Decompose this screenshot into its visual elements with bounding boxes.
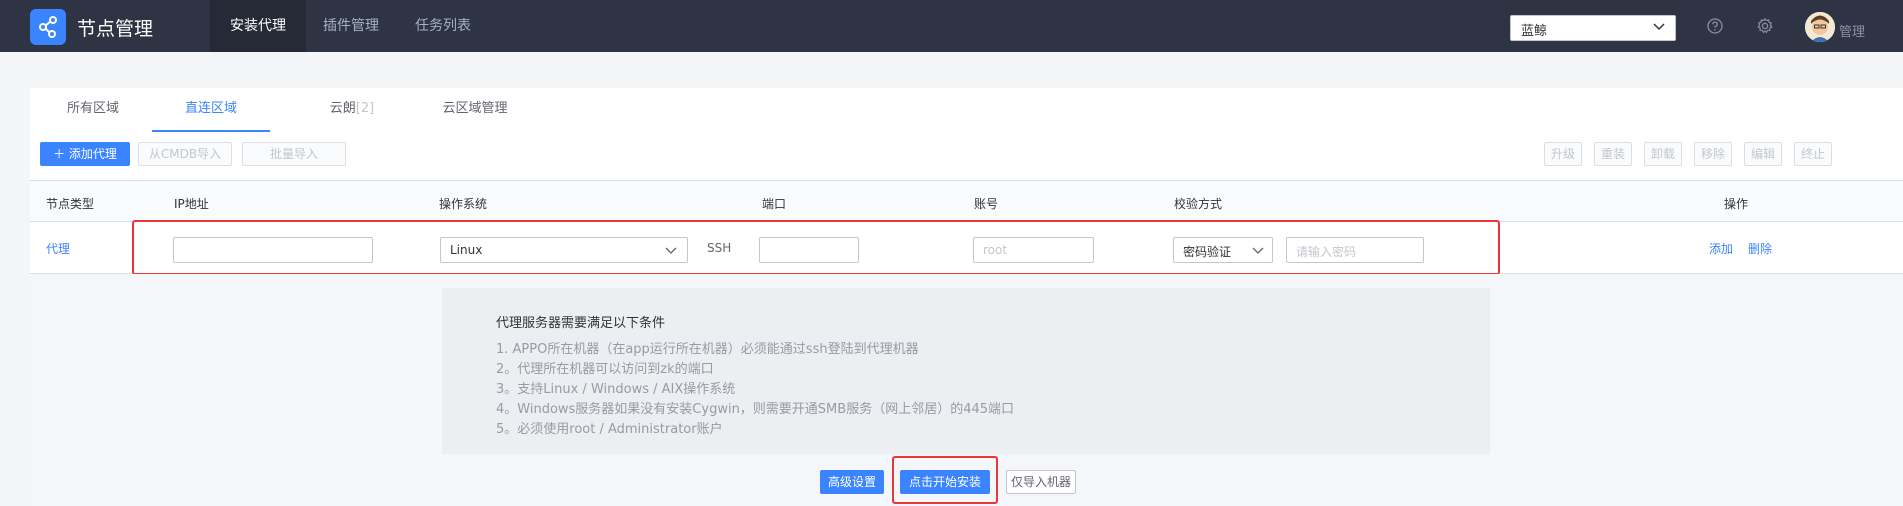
delete-row-link[interactable]: 删除	[1748, 240, 1772, 257]
nav-plugin-management[interactable]: 插件管理	[323, 0, 379, 52]
row-highlight-box	[132, 220, 1500, 275]
header-port: 端口	[762, 197, 787, 211]
add-agent-label: 添加代理	[68, 147, 117, 161]
requirements-title: 代理服务器需要满足以下条件	[496, 316, 666, 331]
import-only-button[interactable]: 仅导入机器	[1006, 470, 1076, 494]
header-auth: 校验方式	[1174, 197, 1223, 211]
add-agent-button[interactable]: ＋ 添加代理	[40, 142, 130, 166]
requirement-line: 2。代理所在机器可以访问到zk的端口	[496, 362, 714, 377]
requirement-line: 3。支持Linux / Windows / AIX操作系统	[496, 382, 736, 397]
uninstall-button[interactable]: 卸载	[1644, 142, 1682, 166]
tab-direct-region[interactable]: 直连区域	[152, 88, 270, 132]
upgrade-button[interactable]: 升级	[1544, 142, 1582, 166]
tab-all-regions[interactable]: 所有区域	[50, 88, 136, 132]
top-navigation-bar: 节点管理 安装代理 插件管理 任务列表 蓝鲸 管理	[0, 0, 1903, 52]
node-type-link[interactable]: 代理	[46, 240, 70, 257]
tab-cloud-region-management[interactable]: 云区域管理	[410, 88, 540, 132]
plus-icon: ＋	[53, 147, 69, 161]
batch-import-button[interactable]: 批量导入	[242, 142, 346, 166]
chevron-down-icon	[1651, 18, 1667, 38]
header-operations: 操作	[1724, 197, 1749, 211]
edit-button[interactable]: 编辑	[1744, 142, 1782, 166]
user-name[interactable]: 管理	[1839, 21, 1865, 40]
advanced-settings-button[interactable]: 高级设置	[820, 470, 884, 494]
tab-cloud[interactable]: 云朗[2]	[302, 88, 402, 132]
remove-button[interactable]: 移除	[1694, 142, 1732, 166]
requirement-line: 1. APPO所在机器（在app运行所在机器）必须能通过ssh登陆到代理机器	[496, 342, 919, 357]
import-from-cmdb-button[interactable]: 从CMDB导入	[138, 142, 232, 166]
tab-cloud-count: [2]	[355, 101, 375, 116]
region-tabs: 所有区域 直连区域 云朗[2] 云区域管理	[30, 88, 1873, 132]
help-icon[interactable]	[1706, 17, 1724, 35]
header-node-type: 节点类型	[46, 197, 95, 211]
requirement-line: 5。必须使用root / Administrator账户	[496, 422, 723, 437]
header-account: 账号	[974, 197, 999, 211]
requirement-line: 4。Windows服务器如果没有安装Cygwin，则需要开通SMB服务（网上邻居…	[496, 402, 1015, 417]
header-os: 操作系统	[439, 197, 488, 211]
tab-cloud-label: 云朗	[329, 101, 356, 116]
nav-task-list[interactable]: 任务列表	[415, 0, 471, 52]
reinstall-button[interactable]: 重装	[1594, 142, 1632, 166]
table-header: 节点类型 IP地址 操作系统 端口 账号 校验方式 操作	[30, 180, 1903, 222]
header-ip: IP地址	[174, 197, 209, 211]
app-title: 节点管理	[77, 18, 154, 40]
user-avatar[interactable]	[1805, 12, 1835, 42]
app-logo-icon[interactable]	[30, 9, 66, 45]
add-row-link[interactable]: 添加	[1709, 240, 1733, 257]
nav-install-agent[interactable]: 安装代理	[210, 0, 306, 52]
requirements-panel: 代理服务器需要满足以下条件 1. APPO所在机器（在app运行所在机器）必须能…	[442, 288, 1490, 454]
business-select-value: 蓝鲸	[1521, 24, 1548, 39]
tips-area: 代理服务器需要满足以下条件 1. APPO所在机器（在app运行所在机器）必须能…	[30, 274, 1903, 506]
install-highlight-box	[892, 456, 998, 504]
business-select[interactable]: 蓝鲸	[1510, 15, 1676, 41]
main-card: 所有区域 直连区域 云朗[2] 云区域管理 ＋ 添加代理 从CMDB导入 批量导…	[30, 88, 1903, 506]
gear-icon[interactable]	[1756, 17, 1774, 35]
stop-button[interactable]: 终止	[1794, 142, 1832, 166]
